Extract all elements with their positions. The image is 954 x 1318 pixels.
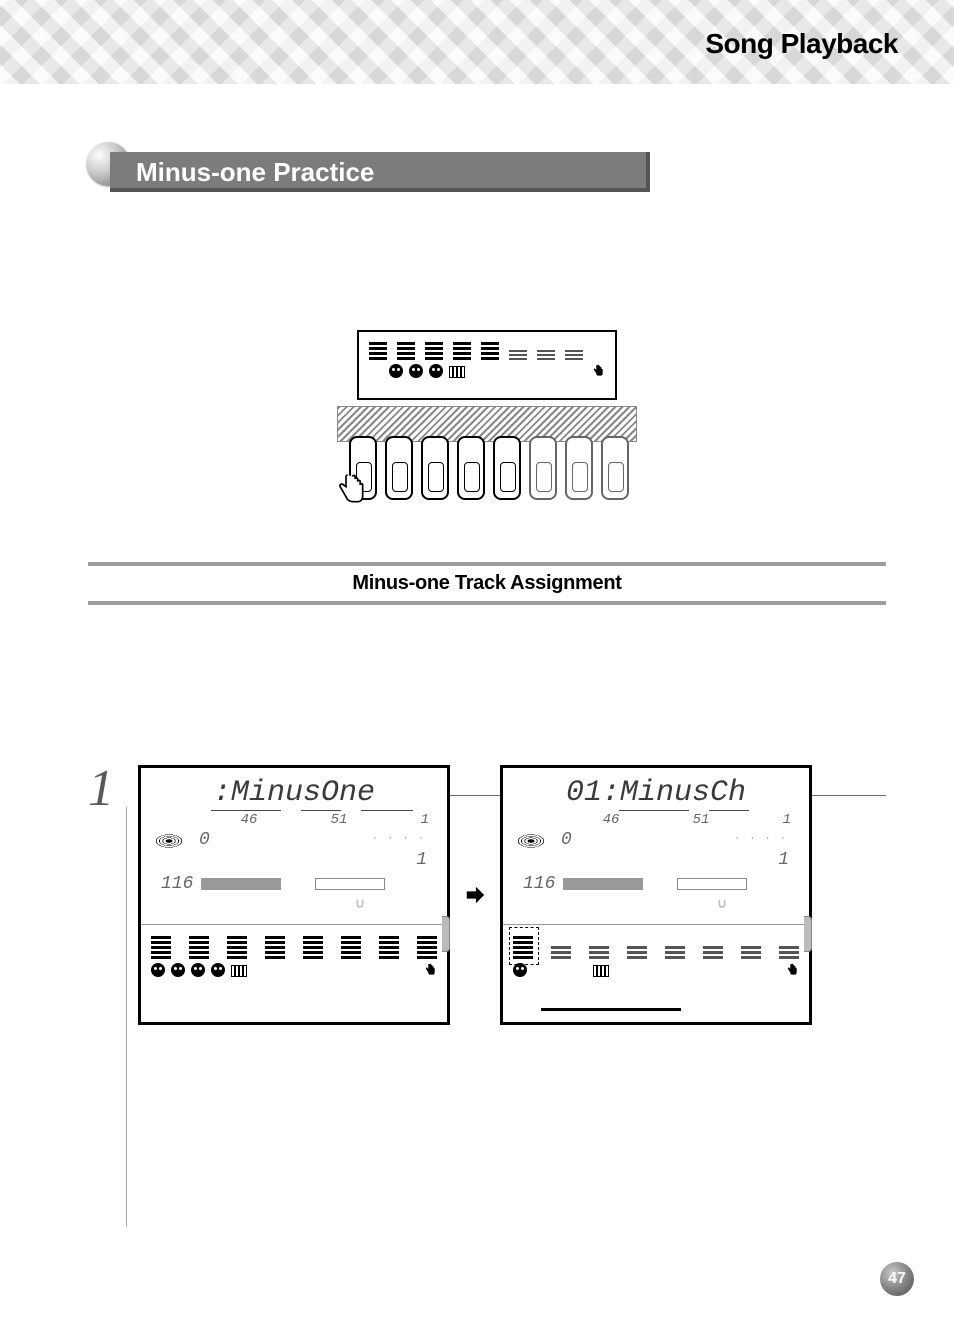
person-icon [429, 364, 443, 378]
underline [301, 810, 341, 811]
section-title: Minus-one Practice [110, 152, 650, 192]
track-level-bars [151, 931, 437, 959]
underline [619, 810, 689, 811]
page-content: Minus-one Practice [0, 134, 954, 1025]
subsection-rule [88, 601, 886, 605]
lcd-title-text: 01:MinusCh [566, 776, 746, 810]
bottom-underline [541, 1008, 681, 1011]
person-icon [151, 963, 165, 977]
lcd-tempo-row: 116 [151, 874, 437, 894]
lcd-mid-row: 0 · · · · 1 [513, 830, 799, 870]
step-number: 1 [88, 759, 114, 818]
level-bar-outline [677, 878, 747, 890]
panel-bottom [141, 925, 447, 1013]
person-icon [409, 364, 423, 378]
track-icon-row [359, 362, 615, 382]
person-icon [389, 364, 403, 378]
beat-dots: · · · · [373, 830, 427, 850]
lcd-track-display [357, 330, 617, 400]
level-bar [201, 878, 281, 890]
scroll-tab [442, 916, 450, 952]
track-button-8[interactable] [601, 436, 629, 500]
track-icon-row [513, 959, 799, 977]
track-button-2[interactable] [385, 436, 413, 500]
scroll-tab [804, 916, 812, 952]
display-panels: :MinusOne . 46 51 1 0 · · · [138, 765, 886, 1025]
lcd-value: 1 [783, 812, 791, 828]
lcd-value: 51 [693, 812, 710, 828]
track-button-6[interactable] [529, 436, 557, 500]
lcd-title: :MinusOne [151, 776, 437, 810]
person-icon [211, 963, 225, 977]
lcd-mid-row: 0 · · · · 1 [151, 830, 437, 870]
underline [709, 810, 749, 811]
arrow-right-icon [464, 884, 486, 906]
selection-highlight [509, 927, 539, 965]
track-buttons-row [349, 436, 629, 500]
lcd-tempo: 116 [161, 874, 193, 894]
lcd-measure: 1 [561, 850, 789, 870]
track-button-7[interactable] [565, 436, 593, 500]
snap-icon [715, 898, 729, 912]
track-level-bars [513, 931, 799, 959]
lcd-value: 46 [603, 812, 620, 828]
hand-icon [423, 963, 437, 977]
section-bar: Minus-one Practice [88, 134, 886, 190]
track-button-5[interactable] [493, 436, 521, 500]
step-vertical-rule [126, 807, 127, 1227]
person-icon [513, 963, 527, 977]
hand-icon [785, 963, 799, 977]
keyboard-icon [231, 965, 247, 977]
keyboard-icon [593, 965, 609, 977]
underline [361, 810, 413, 811]
person-icon [171, 963, 185, 977]
lcd-tempo: 116 [523, 874, 555, 894]
subsection: Minus-one Track Assignment [88, 562, 886, 605]
track-button-4[interactable] [457, 436, 485, 500]
lcd-transpose: 0 [199, 830, 210, 850]
display-panel-left: :MinusOne . 46 51 1 0 · · · [138, 765, 450, 1025]
lcd-tempo-row: 116 [513, 874, 799, 894]
lcd-numbers-row: . 46 51 1 [151, 812, 437, 828]
step-1: 1 :MinusOne . 46 51 1 [88, 765, 886, 1025]
lcd-value: 51 [331, 812, 348, 828]
track-buttons-illustration [337, 330, 637, 510]
chapter-title: Song Playback [705, 28, 898, 60]
panel-bottom [503, 925, 809, 1013]
subsection-title: Minus-one Track Assignment [88, 566, 886, 597]
lcd-title-text: :MinusOne [213, 776, 375, 810]
beat-dots: · · · · [735, 830, 789, 850]
level-bar [563, 878, 643, 890]
hand-icon [591, 364, 605, 378]
pointing-hand-icon [331, 470, 371, 510]
header-band: Song Playback [0, 0, 954, 84]
lcd-measure: 1 [199, 850, 427, 870]
underline [211, 810, 281, 811]
lcd-value: 46 [241, 812, 258, 828]
speaker-icon [517, 834, 545, 848]
person-icon [191, 963, 205, 977]
display-panel-right: 01:MinusCh . 46 51 1 0 · · · · [500, 765, 812, 1025]
track-icon-row [151, 959, 437, 977]
page-number: 47 [888, 1270, 906, 1288]
lcd-title: 01:MinusCh [513, 776, 799, 810]
speaker-icon [155, 834, 183, 848]
track-level-bars [359, 332, 615, 362]
snap-icon [353, 898, 367, 912]
lcd-value: 1 [421, 812, 429, 828]
lcd-numbers-row: . 46 51 1 [513, 812, 799, 828]
lcd-transpose: 0 [561, 830, 572, 850]
track-button-3[interactable] [421, 436, 449, 500]
page-number-badge: 47 [880, 1262, 914, 1296]
level-bar-outline [315, 878, 385, 890]
keyboard-icon [449, 366, 465, 378]
